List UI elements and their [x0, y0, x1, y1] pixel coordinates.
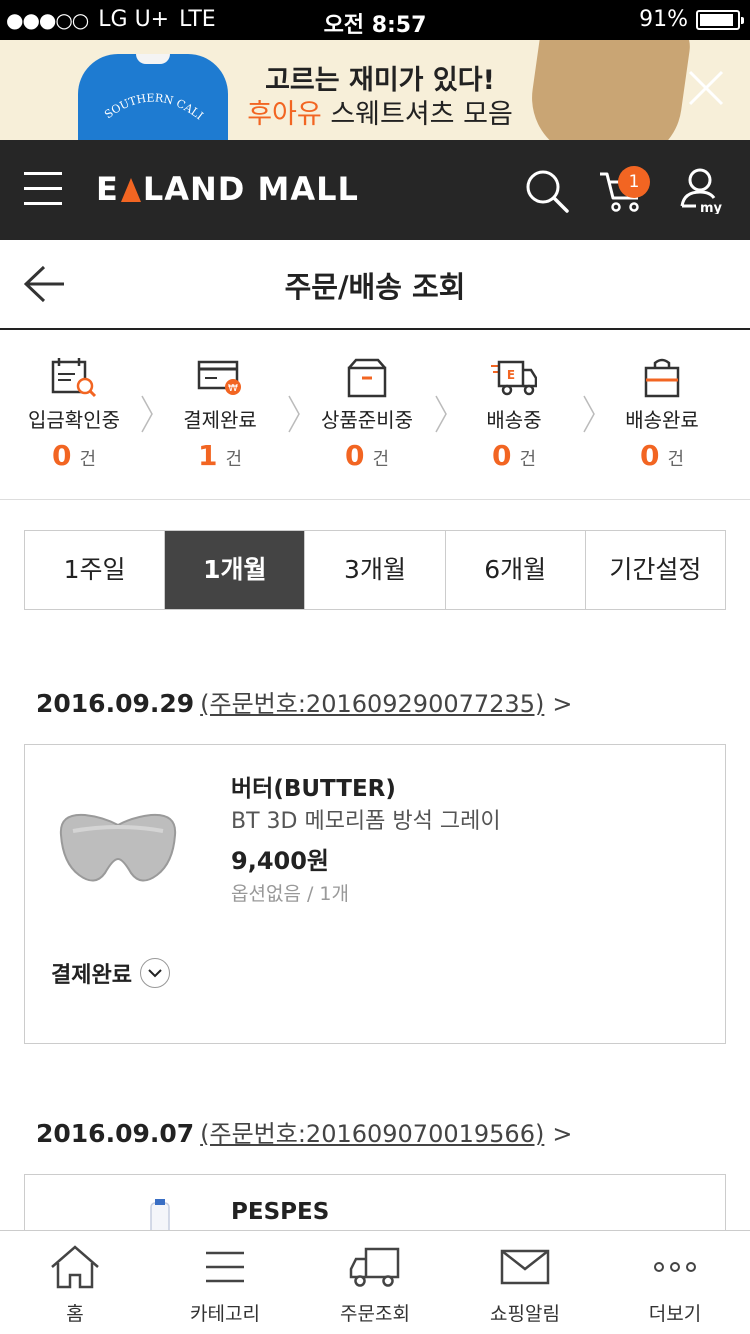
step-count: 0건	[491, 439, 537, 472]
status-bar: ●●●○○ LG U+ LTE 오전 8:57 91%	[0, 0, 750, 40]
order-status-toggle[interactable]: 결제완료	[51, 957, 170, 989]
step-shipping[interactable]: E 배송중 0건	[440, 358, 588, 472]
nav-category[interactable]: 카테고리	[150, 1231, 300, 1334]
banner-brand: 후아유	[247, 99, 322, 130]
nav-more[interactable]: 더보기	[600, 1231, 750, 1334]
step-count: 0건	[51, 439, 97, 472]
step-count: 0건	[344, 439, 390, 472]
nav-label: 카테고리	[190, 1303, 260, 1325]
tab-1-month[interactable]: 1개월	[165, 531, 306, 609]
blue-sweatshirt-image: SOUTHERN CALIF	[78, 54, 228, 140]
eland-mall-logo[interactable]: E LAND MALL	[96, 170, 359, 208]
chevron-down-icon[interactable]	[139, 958, 170, 988]
svg-text:E: E	[507, 368, 515, 382]
tab-6-months[interactable]: 6개월	[446, 531, 586, 609]
chevron-right-icon: >	[552, 690, 573, 718]
step-delivered[interactable]: 배송완료 0건	[588, 358, 736, 472]
product-thumbnail[interactable]	[53, 795, 183, 895]
order-card[interactable]: 버터(BUTTER) BT 3D 메모리폼 방석 그레이 9,400원 옵션없음…	[24, 744, 726, 1044]
order-number-link[interactable]: (주문번호:201609070019566)	[200, 1120, 544, 1148]
svg-text:my: my	[700, 201, 723, 214]
period-filter-tabs: 1주일 1개월 3개월 6개월 기간설정	[24, 530, 726, 610]
envelope-icon	[500, 1249, 550, 1285]
more-dots-icon	[654, 1262, 696, 1272]
step-deposit-pending[interactable]: 입금확인중 0건	[0, 358, 148, 472]
nav-home[interactable]: 홈	[0, 1231, 150, 1334]
home-icon	[51, 1245, 99, 1289]
product-option: 옵션없음 / 1개	[231, 883, 349, 905]
promo-banner[interactable]: SOUTHERN CALIF 고르는 재미가 있다! 후아유 스웨트셔츠 모음	[0, 40, 750, 140]
cart-count-badge: 1	[618, 166, 650, 198]
tab-1-week[interactable]: 1주일	[25, 531, 166, 609]
order-status-label: 결제완료	[51, 963, 132, 988]
svg-text:SOUTHERN CALIF: SOUTHERN CALIF	[78, 64, 206, 123]
list-icon	[206, 1251, 244, 1283]
search-icon[interactable]	[522, 166, 570, 214]
delivery-truck-icon: E	[491, 360, 537, 396]
step-label: 상품준비중	[321, 408, 413, 432]
nav-label: 홈	[66, 1303, 84, 1325]
battery-icon	[696, 9, 744, 30]
product-brand: 버터(BUTTER)	[231, 776, 396, 802]
product-price: 9,400원	[231, 847, 329, 875]
step-label: 배송완료	[625, 408, 699, 432]
tab-3-months[interactable]: 3개월	[305, 531, 446, 609]
order-header[interactable]: 2016.09.29 (주문번호:201609290077235) >	[36, 684, 572, 719]
credit-card-icon: ₩	[197, 360, 241, 395]
step-label: 입금확인중	[28, 408, 120, 432]
step-payment-complete[interactable]: ₩ 결제완료 1건	[146, 358, 294, 472]
banner-subline: 후아유 스웨트셔츠 모음	[240, 92, 520, 131]
step-count: 0건	[639, 439, 685, 472]
truck-icon	[349, 1247, 400, 1287]
nav-label: 주문조회	[340, 1303, 410, 1325]
clock: 오전 8:57	[323, 13, 427, 38]
nav-label: 쇼핑알림	[490, 1303, 560, 1325]
order-status-steps: 입금확인중 0건 ₩ 결제완료 1건 상품준비중 0건 E 배송중 0 건 배송…	[0, 330, 750, 500]
order-date: 2016.09.07	[36, 1119, 195, 1148]
nav-shopping-alerts[interactable]: 쇼핑알림	[450, 1231, 600, 1334]
product-brand: PESPES	[231, 1199, 330, 1225]
close-icon[interactable]	[686, 68, 726, 108]
hamburger-menu-icon[interactable]	[24, 172, 62, 206]
battery-percent: 91%	[639, 7, 688, 32]
bottom-navigation: 홈 카테고리 주문조회 쇼핑알림 더보기	[0, 1230, 750, 1334]
order-date: 2016.09.29	[36, 689, 195, 718]
tab-custom-period[interactable]: 기간설정	[586, 531, 725, 609]
page-title: 주문/배송 조회	[284, 270, 466, 304]
step-preparing[interactable]: 상품준비중 0건	[293, 358, 441, 472]
title-bar: 주문/배송 조회	[0, 240, 750, 330]
step-label: 배송중	[486, 408, 542, 432]
my-page-icon[interactable]: my	[676, 166, 724, 214]
product-name[interactable]: BT 3D 메모리폼 방석 그레이	[231, 803, 501, 835]
order-header[interactable]: 2016.09.07 (주문번호:201609070019566) >	[36, 1114, 572, 1149]
nav-label: 더보기	[648, 1303, 702, 1325]
nav-order-lookup[interactable]: 주문조회	[300, 1231, 450, 1334]
step-label: 결제완료	[183, 408, 257, 432]
svg-text:₩: ₩	[228, 383, 238, 394]
tan-sweatshirt-image	[524, 40, 694, 140]
order-number-link[interactable]: (주문번호:201609290077235)	[200, 690, 544, 718]
chevron-right-icon: >	[552, 1120, 573, 1148]
banner-subline-text: 스웨트셔츠 모음	[321, 99, 513, 130]
shirt-print: SOUTHERN CALIF	[78, 64, 206, 123]
calendar-search-icon	[51, 358, 97, 398]
box-icon	[347, 358, 387, 398]
step-count: 1건	[197, 439, 243, 472]
shopping-bag-icon	[644, 358, 680, 398]
